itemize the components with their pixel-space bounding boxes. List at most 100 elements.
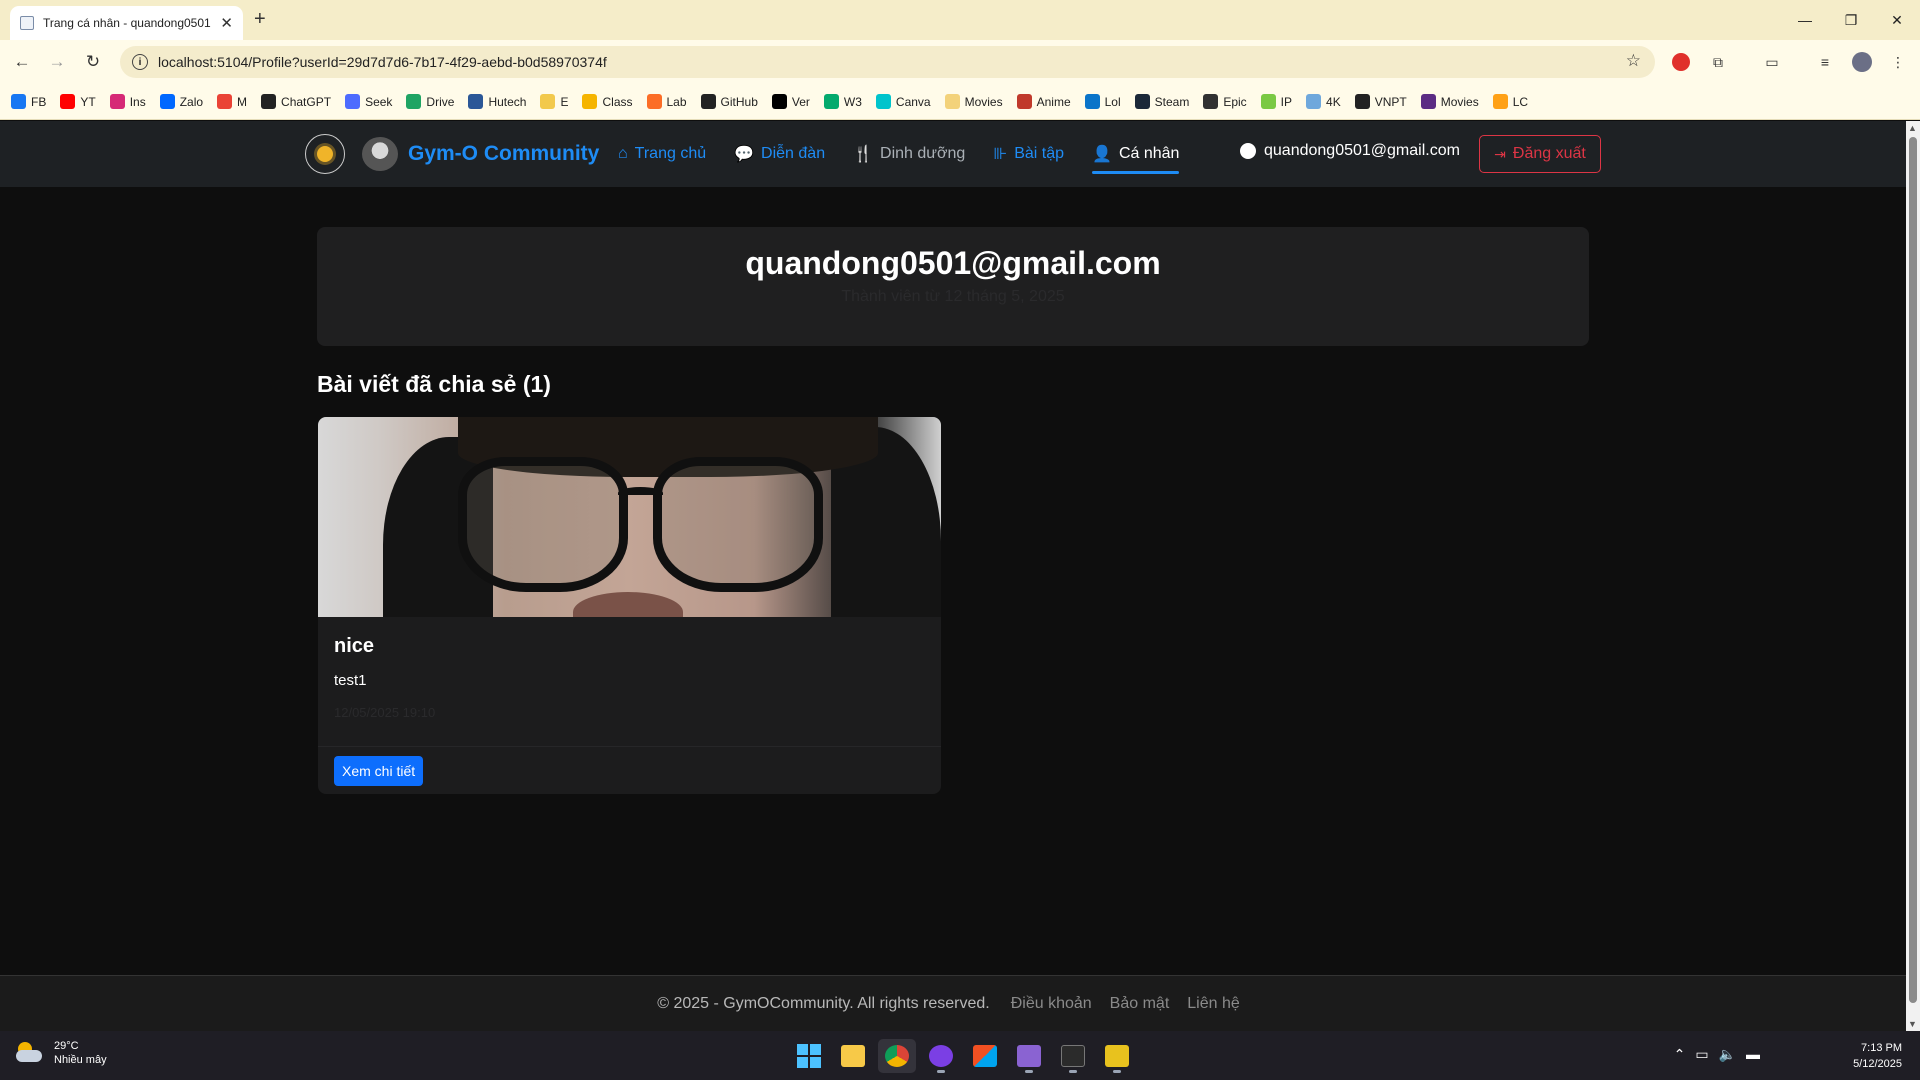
footer-link-contact[interactable]: Liên hệ (1187, 995, 1240, 1013)
bookmark-star-icon[interactable]: ☆ (1626, 51, 1641, 71)
system-clock[interactable]: 7:13 PM 5/12/2025 (1853, 1040, 1902, 1072)
bookmark-item[interactable]: Seek (345, 94, 392, 109)
image-shape (653, 457, 823, 592)
nav-link-comments[interactable]: 💬 Diễn đàn (734, 121, 825, 187)
taskbar-app-yellow[interactable] (1098, 1039, 1136, 1073)
browser-menu-icon[interactable]: ⋮ (1888, 52, 1908, 72)
page-scrollbar[interactable]: ▲ ▼ (1906, 121, 1920, 1031)
new-tab-icon[interactable]: + (254, 8, 266, 31)
bookmark-item[interactable]: YT (60, 94, 96, 109)
bookmark-label: Ins (129, 94, 146, 109)
bookmark-item[interactable]: VNPT (1354, 94, 1407, 109)
weather-widget[interactable]: 29°C Nhiều mây (16, 1040, 107, 1066)
sign-out-icon: ⇥ (1494, 145, 1506, 162)
bookmark-item[interactable]: Steam (1134, 94, 1190, 109)
bookmark-item[interactable]: E (540, 94, 568, 109)
bookmark-favicon-icon (875, 94, 891, 109)
bookmark-item[interactable]: IP (1260, 94, 1293, 109)
browser-tab-active[interactable]: Trang cá nhân - quandong0501 ✕ (10, 6, 243, 40)
bookmark-label: Steam (1154, 94, 1190, 109)
bookmark-label: Drive (426, 94, 455, 109)
taskbar-store[interactable] (966, 1039, 1004, 1073)
bookmark-item[interactable]: Drive (406, 94, 454, 109)
volume-icon[interactable]: 🔈 (1719, 1046, 1736, 1063)
comments-icon: 💬 (734, 146, 755, 163)
footer-link-terms[interactable]: Điều khoản (1011, 995, 1092, 1013)
bookmark-item[interactable]: Ins (109, 94, 146, 109)
bookmark-item[interactable]: M (217, 94, 247, 109)
nav-link-dumbbell[interactable]: ⊪ Bài tập (993, 121, 1064, 187)
theme-toggle-button[interactable] (305, 134, 345, 174)
bookmark-label: GitHub (720, 94, 758, 109)
bookmark-item[interactable]: 4K (1306, 94, 1341, 109)
reload-icon[interactable]: ↻ (80, 49, 106, 75)
scroll-up-icon[interactable]: ▲ (1908, 123, 1917, 133)
brand-link[interactable]: Gym-O Community (362, 137, 599, 171)
bookmark-item[interactable]: Epic (1203, 94, 1247, 109)
brand-name: Gym-O Community (408, 142, 600, 165)
footer-link-privacy[interactable]: Bảo mật (1110, 995, 1170, 1013)
bookmark-item[interactable]: Zalo (159, 94, 204, 109)
bookmark-item[interactable]: Movies (1420, 94, 1479, 109)
close-window-icon[interactable]: ✕ (1874, 0, 1920, 40)
network-icon[interactable]: ▭ (1695, 1046, 1708, 1063)
chrome-icon (885, 1045, 909, 1067)
bookmark-label: Canva (895, 94, 931, 109)
nav-link-home[interactable]: ⌂ Trang chủ (618, 121, 706, 187)
bookmark-item[interactable]: Hutech (468, 94, 526, 109)
taskbar-file-explorer[interactable] (834, 1039, 872, 1073)
nav-link-user[interactable]: 👤 Cá nhân (1092, 121, 1180, 187)
forward-icon[interactable]: → (44, 49, 70, 75)
bookmark-item[interactable]: LC (1492, 94, 1528, 109)
bookmark-label: Zalo (179, 94, 204, 109)
start-button[interactable] (790, 1039, 828, 1073)
bookmark-item[interactable]: Class (582, 94, 633, 109)
scroll-down-icon[interactable]: ▼ (1908, 1019, 1917, 1029)
user-email: quandong0501@gmail.com (1264, 142, 1460, 159)
bookmark-label: IP (1280, 94, 1293, 109)
extensions-icon[interactable]: ⧉ (1708, 52, 1728, 72)
adblock-icon[interactable] (1672, 53, 1690, 71)
bookmark-item[interactable]: Anime (1016, 94, 1071, 109)
media-controls-icon[interactable]: ≡ (1815, 52, 1835, 72)
restore-icon[interactable]: ❐ (1828, 0, 1874, 40)
image-shape (618, 487, 663, 499)
bookmark-favicon-icon (159, 94, 175, 109)
nav-link-utensils[interactable]: 🍴 Dinh dưỡng (853, 121, 965, 187)
bookmark-label: Movies (964, 94, 1003, 109)
scrollbar-thumb[interactable] (1909, 137, 1917, 1003)
taskbar-visual-studio[interactable] (1010, 1039, 1048, 1073)
bookmark-item[interactable]: GitHub (700, 94, 758, 109)
taskbar-terminal[interactable] (1054, 1039, 1092, 1073)
show-hidden-icons-icon[interactable]: ⌃ (1674, 1046, 1686, 1063)
profile-avatar[interactable] (1852, 52, 1872, 72)
address-bar[interactable]: i localhost:5104/Profile?userId=29d7d7d6… (120, 46, 1655, 78)
post-image[interactable] (318, 417, 941, 617)
close-tab-icon[interactable]: ✕ (220, 14, 233, 32)
minimize-icon[interactable]: — (1782, 0, 1828, 40)
bookmark-item[interactable]: W3 (823, 94, 862, 109)
post-footer: Xem chi tiết (318, 746, 941, 794)
bookmark-item[interactable]: Canva (875, 94, 931, 109)
taskbar-app-purple[interactable] (922, 1039, 960, 1073)
bookmark-item[interactable]: Movies (944, 94, 1003, 109)
view-details-button[interactable]: Xem chi tiết (334, 756, 424, 786)
back-icon[interactable]: ← (9, 49, 35, 75)
tab-search-icon[interactable]: ▭ (1762, 52, 1782, 72)
site-info-icon[interactable]: i (132, 54, 148, 70)
bookmark-label: 4K (1326, 94, 1341, 109)
bookmark-label: ChatGPT (281, 94, 332, 109)
logout-button[interactable]: ⇥ Đăng xuất (1479, 135, 1601, 173)
taskbar-chrome[interactable] (878, 1039, 916, 1073)
battery-icon[interactable]: ▬ (1746, 1046, 1760, 1063)
bookmark-favicon-icon (1016, 94, 1032, 109)
bookmark-item[interactable]: ChatGPT (261, 94, 331, 109)
taskbar-apps (790, 1039, 1142, 1073)
app-icon (929, 1045, 953, 1067)
bookmark-item[interactable]: Lol (1084, 94, 1121, 109)
bookmark-item[interactable]: Lab (646, 94, 687, 109)
bookmark-item[interactable]: FB (11, 94, 46, 109)
window-controls: — ❐ ✕ (1782, 0, 1920, 40)
bookmark-item[interactable]: Ver (771, 94, 810, 109)
bookmarks-bar: FB YT Ins Zalo M ChatGPT Seek Drive Hutech E Class… (0, 84, 1920, 120)
